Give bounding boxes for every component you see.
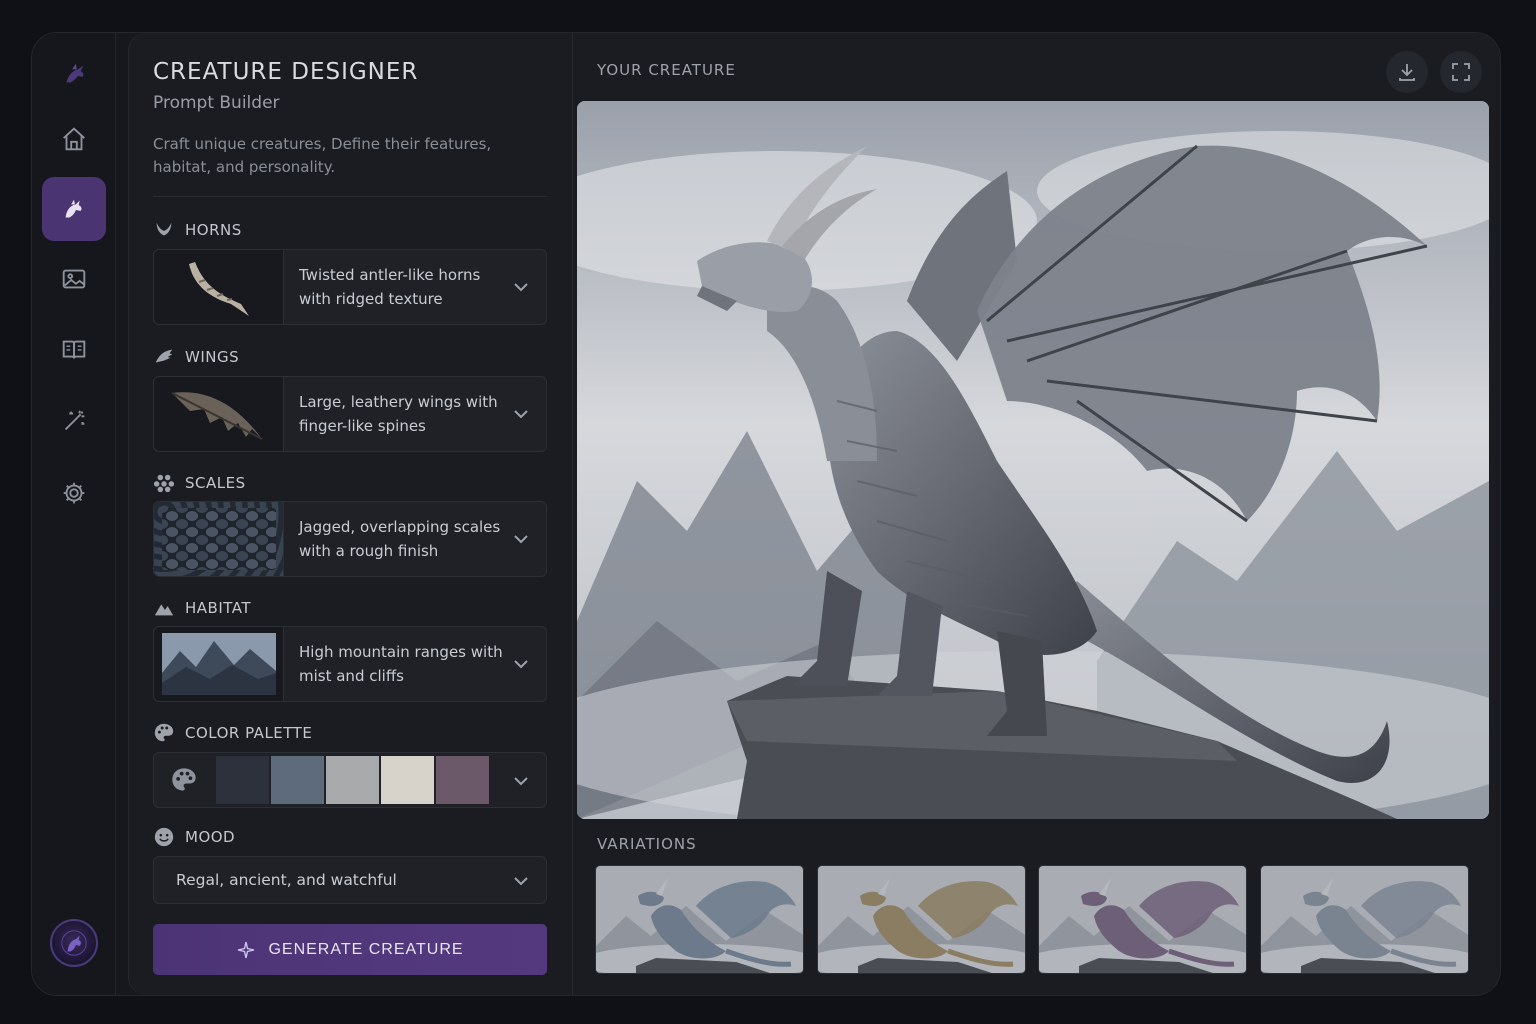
app-window: CREATURE DESIGNER Prompt Builder Craft u… — [31, 32, 1501, 996]
download-icon — [1399, 64, 1415, 81]
smile-icon — [154, 827, 174, 847]
scales-value: Jagged, overlapping scales with a rough … — [299, 518, 501, 560]
generate-creature-button[interactable]: GENERATE CREATURE — [153, 924, 547, 975]
mood-value: Regal, ancient, and watchful — [176, 871, 397, 889]
chevron-down-icon — [514, 535, 528, 544]
color-swatch[interactable] — [326, 756, 379, 804]
wing-icon — [155, 349, 173, 363]
color-swatch[interactable] — [436, 756, 489, 804]
variation-thumbnail[interactable] — [1038, 865, 1247, 974]
prompt-builder-panel: CREATURE DESIGNER Prompt Builder Craft u… — [129, 33, 573, 995]
horns-thumbnail — [154, 250, 284, 324]
scales-select[interactable]: Jagged, overlapping scales with a rough … — [153, 501, 547, 577]
page-description: Craft unique creatures, Define their fea… — [153, 135, 492, 176]
color-swatch[interactable] — [216, 756, 269, 804]
wings-value: Large, leathery wings with finger-like s… — [299, 393, 498, 435]
wings-select[interactable]: Large, leathery wings with finger-like s… — [153, 376, 547, 452]
chevron-down-icon — [514, 777, 528, 786]
habitat-value: High mountain ranges with mist and cliff… — [299, 643, 503, 685]
divider — [153, 196, 547, 197]
sidebar — [32, 33, 116, 995]
scales-icon — [153, 474, 175, 493]
creature-icon[interactable] — [42, 177, 106, 241]
scales-thumbnail — [154, 502, 284, 576]
creature-image — [577, 101, 1489, 819]
variation-thumbnail[interactable] — [595, 865, 804, 974]
mountain-icon — [154, 604, 174, 616]
expand-icon — [1452, 63, 1470, 81]
palette-icon — [154, 723, 174, 742]
variations-label: VARIATIONS — [597, 835, 697, 853]
dragon-emblem-icon[interactable] — [50, 919, 98, 967]
habitat-section-label: HABITAT — [153, 597, 251, 619]
sparkle-icon — [238, 941, 255, 958]
mood-select[interactable]: Regal, ancient, and watchful — [153, 856, 547, 904]
color-swatch[interactable] — [381, 756, 434, 804]
color-swatch[interactable] — [271, 756, 324, 804]
page-subtitle: Prompt Builder — [153, 93, 280, 113]
habitat-select[interactable]: High mountain ranges with mist and cliff… — [153, 626, 547, 702]
dragon-logo-icon[interactable] — [42, 43, 106, 107]
palette-section-label: COLOR PALETTE — [153, 722, 312, 744]
chevron-down-icon — [514, 660, 528, 669]
chevron-down-icon — [514, 410, 528, 419]
home-icon[interactable] — [42, 107, 106, 171]
variation-thumbnail[interactable] — [817, 865, 1026, 974]
fullscreen-button[interactable] — [1440, 51, 1482, 93]
palette-select[interactable] — [153, 752, 547, 808]
horns-icon — [156, 222, 172, 236]
book-icon[interactable] — [42, 317, 106, 381]
main-panel: CREATURE DESIGNER Prompt Builder Craft u… — [128, 33, 1500, 995]
gear-icon[interactable] — [42, 461, 106, 525]
chevron-down-icon — [514, 283, 528, 292]
page-title: CREATURE DESIGNER — [153, 59, 419, 85]
magic-wand-icon[interactable] — [42, 389, 106, 453]
download-button[interactable] — [1386, 51, 1428, 93]
image-icon[interactable] — [42, 247, 106, 311]
mood-section-label: MOOD — [153, 826, 235, 848]
horns-select[interactable]: Twisted antler-like horns with ridged te… — [153, 249, 547, 325]
variation-thumbnail[interactable] — [1260, 865, 1469, 974]
chevron-down-icon — [514, 877, 528, 886]
horns-section-label: HORNS — [153, 219, 242, 241]
scales-section-label: SCALES — [153, 472, 246, 494]
habitat-thumbnail — [154, 627, 284, 701]
horns-value: Twisted antler-like horns with ridged te… — [299, 266, 481, 308]
wings-thumbnail — [154, 377, 284, 451]
preview-label: YOUR CREATURE — [597, 61, 736, 79]
palette-icon — [172, 768, 196, 791]
wings-section-label: WINGS — [153, 346, 239, 368]
